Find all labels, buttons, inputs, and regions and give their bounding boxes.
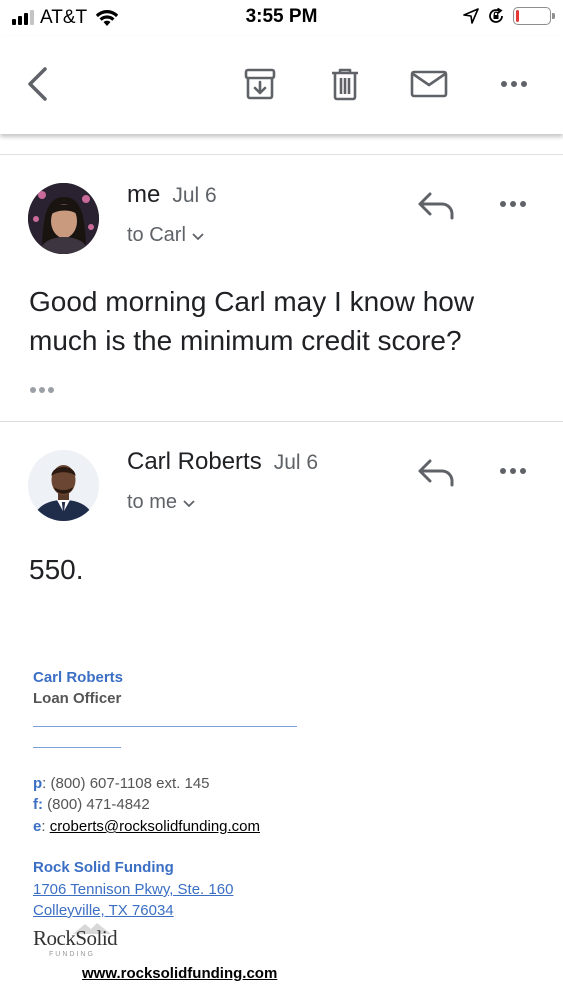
ellipsis-dot (48, 387, 54, 393)
message-header: Carl Roberts Jul 6 (127, 448, 318, 476)
address-link-line1[interactable]: 1706 Tennison Pkwy, Ste. 160 (33, 881, 233, 898)
logo-subtitle: FUNDING (49, 951, 95, 958)
signature-name: Carl Roberts (33, 669, 124, 686)
rotation-lock-icon (489, 7, 503, 23)
phone-number: : (800) 607-1108 ext. 145 (42, 775, 210, 792)
status-bar: AT&T 3:55 PM (0, 0, 563, 36)
sender-name: Carl Roberts (127, 448, 262, 475)
chevron-down-icon (192, 233, 204, 241)
website-link[interactable]: www.rocksolidfunding.com (82, 965, 277, 982)
email-link[interactable]: croberts@rocksolidfunding.com (50, 818, 260, 835)
avatar-image (28, 183, 99, 254)
battery-icon (513, 7, 555, 25)
fax-label: f: (33, 796, 43, 813)
more-icon (501, 81, 527, 87)
recipient-label: to Carl (127, 224, 186, 246)
signature-company: Rock Solid Funding (33, 859, 174, 876)
signature-email: e: croberts@rocksolidfunding.com (33, 818, 260, 835)
back-button[interactable] (18, 64, 58, 104)
reply-icon (418, 192, 454, 220)
signature-title: Loan Officer (33, 690, 122, 707)
recipient-details-toggle[interactable]: to me (127, 491, 195, 514)
message-body: 550. (29, 554, 84, 585)
message-more-button[interactable] (495, 459, 531, 483)
phone-label: p (33, 775, 43, 792)
more-icon (500, 201, 526, 207)
message-more-button[interactable] (495, 192, 531, 216)
battery-level (516, 10, 519, 22)
mail-icon (410, 70, 448, 98)
avatar[interactable] (28, 450, 99, 521)
company-logo: RockSolid FUNDING (33, 923, 133, 960)
reply-icon (418, 459, 454, 487)
message-body: Good morning Carl may I know how much is… (29, 286, 475, 356)
more-options-button[interactable] (494, 64, 534, 104)
archive-icon (244, 68, 276, 100)
recipient-label: to me (127, 491, 178, 513)
logo-wordmark: RockSolid (33, 926, 118, 950)
sender-name: me (127, 181, 161, 208)
avatar[interactable] (28, 183, 99, 254)
mail-toolbar (0, 36, 563, 134)
location-arrow-icon (463, 8, 479, 24)
more-icon (500, 468, 526, 474)
recipient-details-toggle[interactable]: to Carl (127, 224, 204, 247)
message-item: me Jul 6 to Carl Good morning Carl may I … (0, 155, 563, 421)
back-arrow-icon (28, 67, 47, 101)
reply-button[interactable] (416, 188, 456, 224)
address-link-line2[interactable]: Colleyville, TX 76034 (33, 902, 174, 919)
mark-unread-button[interactable] (409, 64, 449, 104)
message-header: me Jul 6 (127, 181, 217, 209)
chevron-down-icon (183, 500, 195, 508)
delete-button[interactable] (325, 64, 365, 104)
signature-phone: p: (800) 607-1108 ext. 145 (33, 775, 210, 792)
message-date: Jul 6 (172, 184, 217, 207)
ellipsis-dot (39, 387, 45, 393)
avatar-image (28, 450, 99, 521)
website-url[interactable]: www.rocksolidfunding.com (82, 965, 277, 982)
archive-button[interactable] (240, 64, 280, 104)
fax-number: (800) 471-4842 (43, 796, 150, 813)
signature-fax: f: (800) 471-4842 (33, 796, 150, 813)
signature-divider (33, 747, 121, 748)
message-date: Jul 6 (273, 451, 319, 474)
email-separator: : (41, 818, 50, 835)
trash-icon (332, 68, 358, 101)
signature-divider (33, 726, 297, 727)
show-trimmed-content-button[interactable] (30, 387, 54, 393)
reply-button[interactable] (416, 455, 456, 491)
ellipsis-icon (30, 387, 36, 393)
